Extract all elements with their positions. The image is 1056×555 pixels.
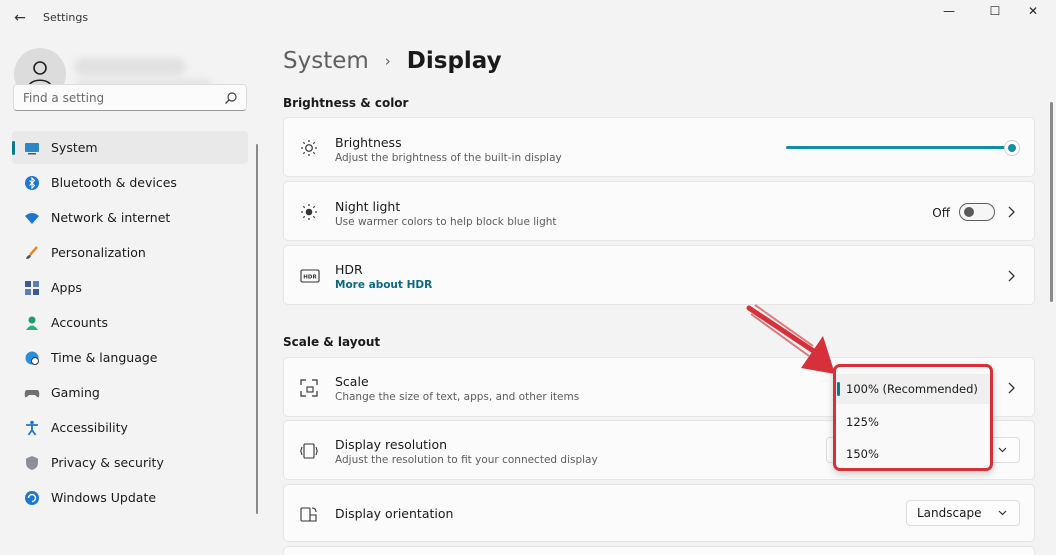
brightness-slider-track[interactable] (786, 146, 1010, 149)
orientation-icon (300, 507, 317, 522)
display-resolution-title: Display resolution (335, 437, 448, 452)
scale-option-100[interactable]: 100% (Recommended) (836, 374, 990, 404)
main-scrollbar[interactable] (1050, 102, 1053, 302)
globe-clock-icon (25, 351, 39, 365)
display-orientation-card: Display orientation Landscape (283, 484, 1035, 542)
night-light-card[interactable]: Night light Use warmer colors to help bl… (283, 181, 1035, 241)
sidebar-item-label: Accounts (51, 315, 108, 330)
shield-icon (26, 455, 38, 470)
breadcrumb-separator: › (384, 52, 391, 70)
sidebar-item-label: Apps (51, 280, 82, 295)
blurred-username (74, 58, 186, 76)
hdr-icon: HDR (300, 269, 320, 283)
monitor-icon (25, 142, 39, 154)
night-light-icon (301, 204, 317, 220)
search-icon (225, 92, 237, 104)
sidebar-item-label: Network & internet (51, 210, 171, 225)
hdr-card[interactable]: HDR HDR More about HDR (283, 245, 1035, 305)
chevron-right-icon (1008, 270, 1015, 282)
sidebar-item-label: System (51, 140, 98, 155)
chevron-right-icon (1008, 382, 1015, 394)
sidebar-item-label: Gaming (51, 385, 100, 400)
sidebar-item-privacy[interactable]: Privacy & security (12, 446, 248, 479)
minimize-button[interactable]: — (926, 2, 972, 22)
sun-icon (301, 140, 317, 156)
sidebar-item-label: Windows Update (51, 490, 157, 505)
sidebar-item-personalization[interactable]: Personalization (12, 236, 248, 269)
brightness-title: Brightness (335, 135, 402, 150)
brightness-description: Adjust the brightness of the built-in di… (335, 152, 562, 164)
scale-description: Change the size of text, apps, and other… (335, 391, 580, 403)
orientation-select[interactable]: Landscape (906, 500, 1020, 526)
sidebar-item-label: Time & language (51, 350, 158, 365)
scale-title: Scale (335, 374, 369, 389)
sidebar-item-label: Bluetooth & devices (51, 175, 177, 190)
apps-icon (25, 280, 39, 295)
orientation-select-value: Landscape (917, 506, 982, 520)
sidebar-item-accessibility[interactable]: Accessibility (12, 411, 248, 444)
wifi-icon (25, 212, 39, 224)
brush-icon (26, 245, 38, 259)
sidebar-item-system[interactable]: System (12, 131, 248, 164)
sidebar-item-apps[interactable]: Apps (12, 271, 248, 304)
night-light-title: Night light (335, 199, 401, 214)
update-icon (25, 490, 39, 505)
title-bar: ← Settings — ☐ ✕ (0, 0, 1056, 36)
scale-dropdown: 100% (Recommended) 125% 150% (833, 364, 993, 471)
sidebar-nav: System Bluetooth & devices Network & int… (12, 131, 248, 516)
sidebar-item-label: Accessibility (51, 420, 128, 435)
sidebar-item-windows-update[interactable]: Windows Update (12, 481, 248, 514)
brightness-card: Brightness Adjust the brightness of the … (283, 117, 1035, 177)
chevron-down-icon (998, 447, 1007, 453)
bluetooth-icon (25, 175, 39, 190)
chevron-down-icon (998, 510, 1007, 516)
display-resolution-description: Adjust the resolution to fit your connec… (335, 454, 598, 466)
display-orientation-title: Display orientation (335, 506, 454, 521)
next-card-partial (283, 546, 1035, 555)
accessibility-icon (26, 420, 38, 436)
person-icon (26, 316, 38, 330)
scale-icon (300, 379, 318, 397)
section-title-scale-layout: Scale & layout (283, 335, 381, 349)
sidebar-item-label: Privacy & security (51, 455, 164, 470)
annotation-arrow-icon (746, 304, 835, 374)
sidebar-item-network[interactable]: Network & internet (12, 201, 248, 234)
breadcrumb-parent[interactable]: System (283, 48, 369, 74)
section-title-brightness-color: Brightness & color (283, 96, 409, 110)
resolution-icon (300, 443, 318, 459)
sidebar-item-accounts[interactable]: Accounts (12, 306, 248, 339)
brightness-slider-thumb[interactable] (1004, 140, 1020, 156)
hdr-title: HDR (335, 262, 363, 277)
gamepad-icon (24, 389, 40, 397)
scale-option-125[interactable]: 125% (836, 407, 990, 437)
svg-text:HDR: HDR (303, 275, 317, 281)
scale-option-150[interactable]: 150% (836, 439, 990, 469)
app-title: Settings (43, 11, 89, 24)
sidebar-item-time-language[interactable]: Time & language (12, 341, 248, 374)
search-input[interactable] (13, 84, 247, 111)
sidebar-item-bluetooth[interactable]: Bluetooth & devices (12, 166, 248, 199)
more-about-hdr-link[interactable]: More about HDR (335, 279, 432, 291)
close-button[interactable]: ✕ (1010, 2, 1056, 22)
night-light-description: Use warmer colors to help block blue lig… (335, 216, 557, 228)
back-button[interactable]: ← (10, 8, 30, 28)
chevron-right-icon (1008, 206, 1015, 218)
night-light-toggle[interactable] (959, 203, 995, 221)
page-title: Display (406, 48, 502, 74)
breadcrumb: System › Display (283, 48, 502, 74)
sidebar-item-label: Personalization (51, 245, 146, 260)
night-light-state-label: Off (932, 206, 950, 220)
sidebar-scrollbar[interactable] (256, 144, 258, 514)
sidebar-item-gaming[interactable]: Gaming (12, 376, 248, 409)
